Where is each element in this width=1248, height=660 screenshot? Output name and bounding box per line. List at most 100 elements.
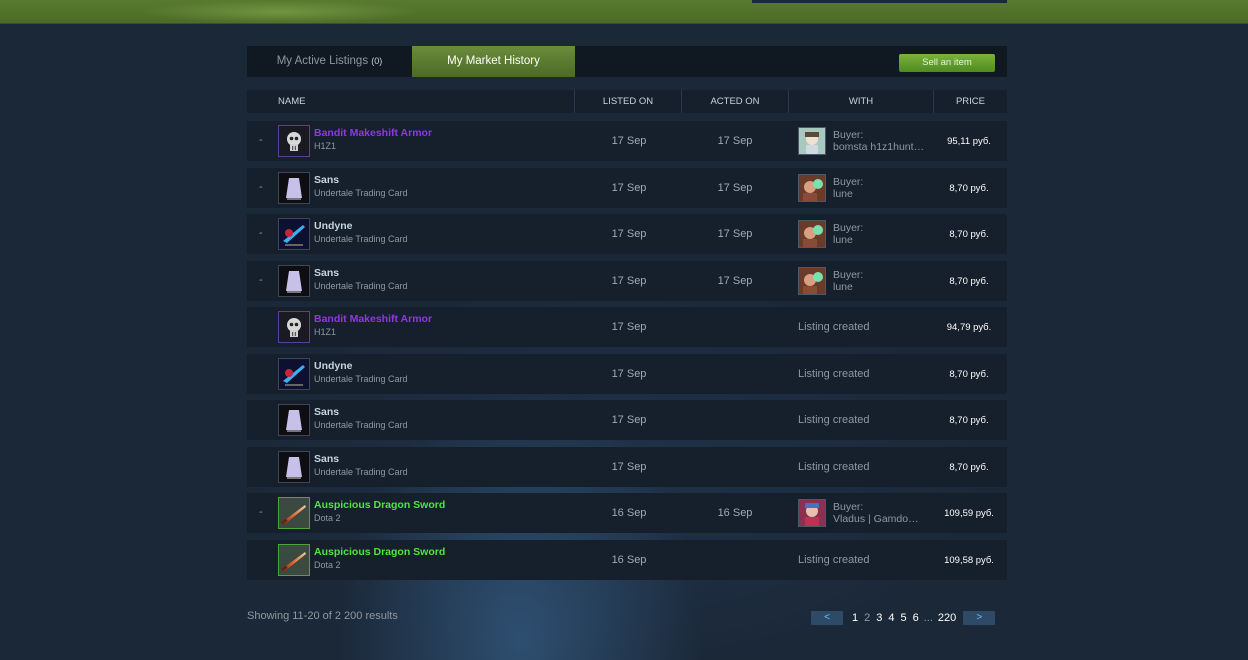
price-value: 8,70 руб. [949, 368, 989, 380]
top-bar-glow [140, 0, 420, 24]
market-tabs: My Active Listings (0) My Market History… [247, 46, 1007, 77]
top-bar-strip [752, 0, 1007, 3]
row-status-dash: - [259, 227, 263, 239]
acted-on-date: 17 Sep [717, 274, 753, 287]
armor-item-icon[interactable] [278, 311, 310, 343]
price-value: 109,58 руб. [944, 554, 994, 566]
armor-item-icon[interactable] [278, 125, 310, 157]
buyer-avatar[interactable] [798, 220, 826, 248]
buyer-name-link[interactable]: lune [833, 281, 925, 293]
history-row[interactable]: - Auspicious Dragon Sword Dota 2 16 Sep 16 S… [247, 493, 1007, 533]
item-game-name: Dota 2 [314, 559, 341, 570]
item-name-link[interactable]: Undyne [314, 220, 353, 232]
listed-on-date: 17 Sep [611, 414, 647, 426]
buyer-name-link[interactable]: lune [833, 234, 925, 246]
item-game-name: Undertale Trading Card [314, 280, 408, 291]
pagination: < 1 2 3 4 5 6 ... 220 > [811, 610, 996, 626]
sans-card-icon[interactable] [278, 264, 310, 297]
row-status-dash: - [259, 273, 263, 286]
history-row[interactable]: Sans Undertale Trading Card 17 Sep Listing … [247, 446, 1007, 487]
listing-created-text: Listing created [798, 460, 870, 473]
listing-created-text: Listing created [798, 321, 870, 333]
history-row[interactable]: - Bandit Makeshift Armor H1Z1 17 Sep 17 Sep B… [247, 121, 1007, 161]
item-name-link[interactable]: Sans [314, 174, 339, 186]
row-status-dash: - [259, 134, 263, 146]
page-link[interactable]: 3 [876, 612, 882, 624]
listing-created-text: Listing created [798, 414, 870, 426]
page-link-last[interactable]: 220 [938, 612, 956, 624]
market-history-panel: My Active Listings (0) My Market History… [247, 46, 1007, 586]
sans-card-icon[interactable] [278, 450, 310, 483]
listed-on-date: 17 Sep [611, 460, 647, 473]
page-link[interactable]: 4 [888, 612, 894, 624]
acted-on-date: 17 Sep [717, 135, 753, 147]
item-name-link[interactable]: Auspicious Dragon Sword [314, 499, 445, 511]
sell-item-button[interactable]: Sell an item [899, 54, 995, 72]
page-link-current[interactable]: 2 [864, 612, 870, 624]
price-value: 8,70 руб. [949, 275, 989, 287]
column-header-name: NAME [278, 96, 306, 107]
column-header-with: WITH [848, 96, 874, 107]
row-status-dash: - [259, 506, 263, 518]
column-header-acted-on: ACTED ON [710, 96, 760, 107]
history-row[interactable]: Sans Undertale Trading Card 17 Sep Listing … [247, 400, 1007, 440]
item-game-name: H1Z1 [314, 327, 337, 337]
price-value: 8,70 руб. [949, 229, 989, 240]
page-link[interactable]: 1 [852, 612, 858, 624]
buyer-avatar[interactable] [798, 173, 826, 202]
item-name-link[interactable]: Sans [314, 406, 339, 418]
acted-on-date: 17 Sep [717, 181, 753, 194]
page-link[interactable]: 6 [913, 612, 919, 624]
item-name-link[interactable]: Sans [314, 453, 339, 465]
sword-item-icon[interactable] [278, 497, 310, 529]
acted-on-date: 17 Sep [717, 228, 753, 240]
item-name-link[interactable]: Sans [314, 267, 339, 279]
item-game-name: Dota 2 [314, 513, 341, 523]
price-value: 94,79 руб. [946, 322, 992, 333]
tab-active-listings-label: My Active Listings [276, 55, 369, 67]
price-value: 8,70 руб. [949, 415, 989, 426]
history-row[interactable]: Undyne Undertale Trading Card 17 Sep Listin… [247, 353, 1007, 394]
item-game-name: Undertale Trading Card [314, 420, 408, 430]
item-name-link[interactable]: Bandit Makeshift Armor [314, 127, 432, 139]
history-row[interactable]: - Sans Undertale Trading Card 17 Sep 17 Sep B… [247, 167, 1007, 208]
buyer-name-link[interactable]: lune [833, 188, 925, 200]
listing-created-text: Listing created [798, 367, 870, 380]
buyer-avatar[interactable] [798, 266, 826, 295]
tab-market-history[interactable]: My Market History [412, 46, 575, 77]
listed-on-date: 16 Sep [611, 507, 647, 519]
listed-on-date: 17 Sep [611, 274, 647, 287]
undyne-card-icon[interactable] [278, 218, 310, 250]
buyer-label: Buyer: [833, 501, 864, 513]
buyer-avatar[interactable] [798, 499, 826, 527]
history-row[interactable]: - Undyne Undertale Trading Card 17 Sep 17 Se… [247, 214, 1007, 254]
history-row[interactable]: Bandit Makeshift Armor H1Z1 17 Sep Listing … [247, 307, 1007, 347]
item-name-link[interactable]: Bandit Makeshift Armor [314, 313, 432, 325]
undyne-card-icon[interactable] [278, 357, 310, 390]
listed-on-date: 17 Sep [611, 228, 647, 240]
history-row[interactable]: - Sans Undertale Trading Card 17 Sep 17 Sep B… [247, 260, 1007, 301]
history-row[interactable]: Auspicious Dragon Sword Dota 2 16 Sep Listi… [247, 539, 1007, 580]
item-name-link[interactable]: Undyne [314, 360, 353, 372]
sword-item-icon[interactable] [278, 543, 310, 576]
row-status-dash: - [259, 180, 263, 193]
page-ellipsis: ... [923, 612, 933, 624]
page-link[interactable]: 5 [901, 612, 907, 624]
listed-on-date: 17 Sep [611, 321, 647, 333]
buyer-label: Buyer: [833, 129, 864, 141]
item-name-link[interactable]: Auspicious Dragon Sword [314, 546, 445, 558]
table-header: NAME LISTED ON ACTED ON WITH PRICE [247, 90, 1007, 113]
tab-active-listings[interactable]: My Active Listings (0) [247, 46, 412, 77]
buyer-avatar[interactable] [798, 127, 826, 155]
sans-card-icon[interactable] [278, 404, 310, 436]
prev-page-button[interactable]: < [811, 611, 843, 625]
buyer-name-link[interactable]: bomsta h1z1hunter.com [833, 141, 925, 153]
listed-on-date: 17 Sep [611, 367, 647, 380]
buyer-name-link[interactable]: Vladus | Gamdom.com [833, 513, 925, 525]
sans-card-icon[interactable] [278, 171, 310, 204]
buyer-label: Buyer: [833, 175, 864, 188]
price-value: 95,11 руб. [947, 136, 991, 147]
listed-on-date: 17 Sep [611, 181, 647, 194]
item-game-name: H1Z1 [314, 141, 337, 151]
next-page-button[interactable]: > [963, 611, 996, 625]
